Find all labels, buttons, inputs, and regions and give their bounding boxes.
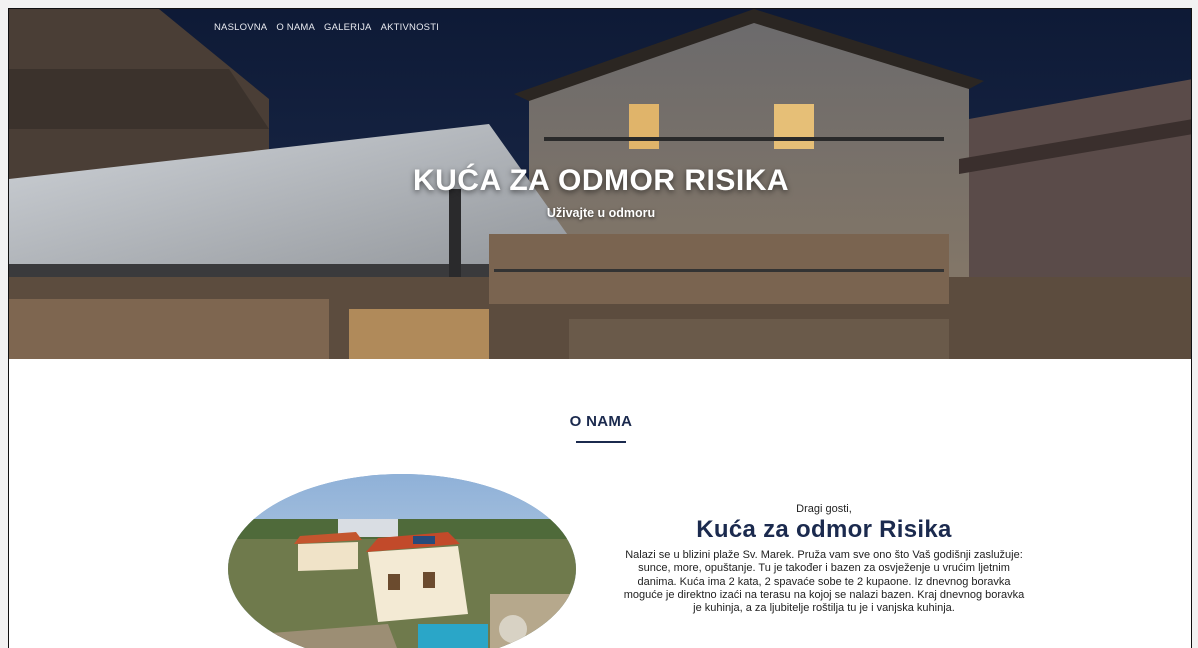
house-photo [228,474,576,648]
page: NASLOVNA O NAMA GALERIJA AKTIVNOSTI KUĆA… [8,8,1192,648]
nav-item-galerija[interactable]: GALERIJA [324,22,372,33]
house-description: Nalazi se u blizini plaže Sv. Marek. Pru… [623,549,1025,615]
nav-item-naslovna[interactable]: NASLOVNA [214,22,267,33]
house-name-heading: Kuća za odmor Risika [696,516,952,543]
main-nav: NASLOVNA O NAMA GALERIJA AKTIVNOSTI [214,22,439,33]
greeting-text: Dragi gosti, [796,503,852,515]
hero-subtitle: Uživajte u odmoru [546,206,656,220]
hero-title: KUĆA ZA ODMOR RISIKA [412,164,790,197]
section-underline [576,441,626,443]
house-aerial-image [228,474,576,648]
hero-banner: NASLOVNA O NAMA GALERIJA AKTIVNOSTI KUĆA… [9,9,1191,359]
nav-item-o-nama[interactable]: O NAMA [276,22,315,33]
section-title-about: O NAMA [569,413,633,430]
nav-item-aktivnosti[interactable]: AKTIVNOSTI [381,22,439,33]
